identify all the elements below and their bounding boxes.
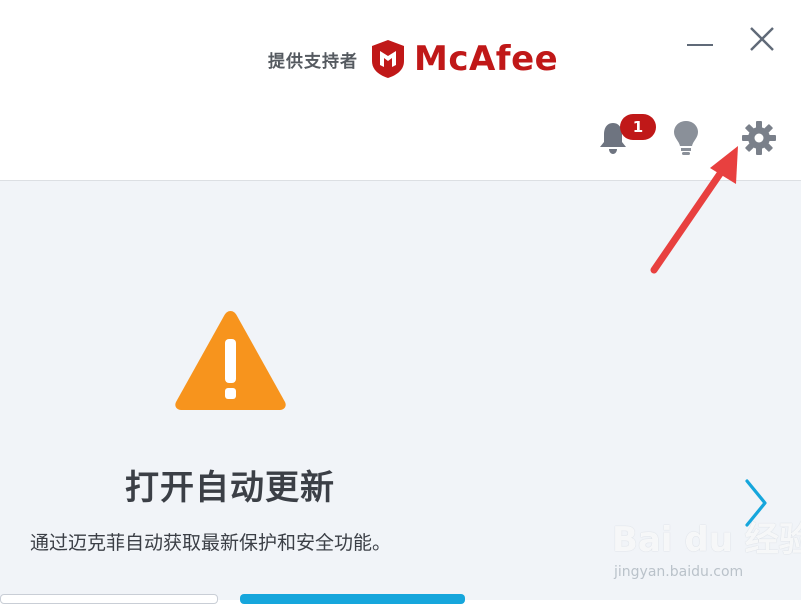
mcafee-shield-logo (372, 40, 404, 78)
alert-description: 通过迈克菲自动获取最新保护和安全功能。 (30, 532, 392, 554)
watermark-main: Bai du 经验 (612, 520, 801, 560)
brand-lockup: 提供支持者 McAfee (268, 38, 558, 80)
notification-count-badge: 1 (620, 114, 656, 140)
baidu-watermark: Bai du 经验 jingyan.baidu.com (612, 512, 801, 584)
close-button[interactable] (745, 22, 779, 56)
secondary-button[interactable] (0, 594, 218, 604)
minimize-button[interactable] (683, 22, 717, 56)
red-arrow-icon (650, 146, 738, 274)
alert-title: 打开自动更新 (125, 468, 335, 508)
close-icon (750, 27, 774, 51)
warning-triangle-icon (175, 311, 286, 410)
watermark-sub: jingyan.baidu.com (614, 564, 744, 580)
brand-name: McAfee (414, 39, 559, 79)
primary-button[interactable] (240, 594, 465, 604)
supported-by-label: 提供支持者 (268, 51, 358, 72)
